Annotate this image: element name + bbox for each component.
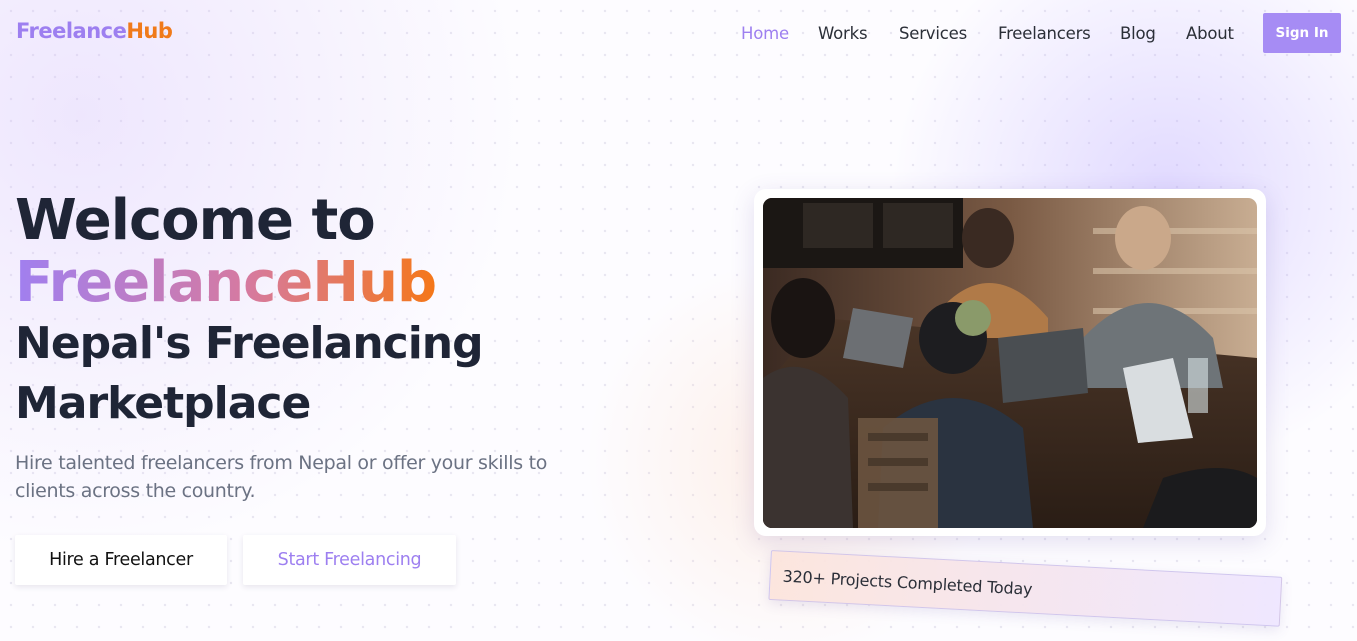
top-navbar: FreelanceHub Home Works Services Freelan…: [0, 0, 1357, 66]
nav-link-services[interactable]: Services: [899, 24, 967, 43]
sign-in-button[interactable]: Sign In: [1263, 13, 1341, 53]
nav-link-blog[interactable]: Blog: [1120, 24, 1156, 43]
hire-freelancer-button[interactable]: Hire a Freelancer: [15, 535, 227, 585]
hero-heading-line3: Nepal's Freelancing: [15, 318, 484, 369]
hero-subtitle: Hire talented freelancers from Nepal or …: [15, 452, 548, 502]
nav-link-freelancers[interactable]: Freelancers: [998, 24, 1091, 43]
team-working-illustration: [763, 198, 1257, 528]
hero-heading: Welcome to FreelanceHub Nepal's Freelanc…: [15, 188, 484, 434]
hero-heading-line4: Marketplace: [15, 378, 311, 429]
start-freelancing-button[interactable]: Start Freelancing: [243, 535, 456, 585]
team-working-photo: [763, 198, 1257, 528]
nav-link-works[interactable]: Works: [818, 24, 868, 43]
hero-heading-line1: Welcome to: [15, 188, 376, 253]
brand-name-part2: Hub: [126, 19, 173, 43]
projects-completed-badge: 320+ Projects Completed Today: [768, 550, 1283, 627]
nav-link-about[interactable]: About: [1186, 24, 1234, 43]
nav-link-home[interactable]: Home: [741, 24, 789, 43]
brand-name-part1: Freelance: [16, 19, 127, 43]
hero-heading-brand: FreelanceHub: [15, 250, 437, 315]
hero-image-card: [754, 189, 1266, 536]
brand-logo[interactable]: FreelanceHub: [16, 19, 173, 43]
